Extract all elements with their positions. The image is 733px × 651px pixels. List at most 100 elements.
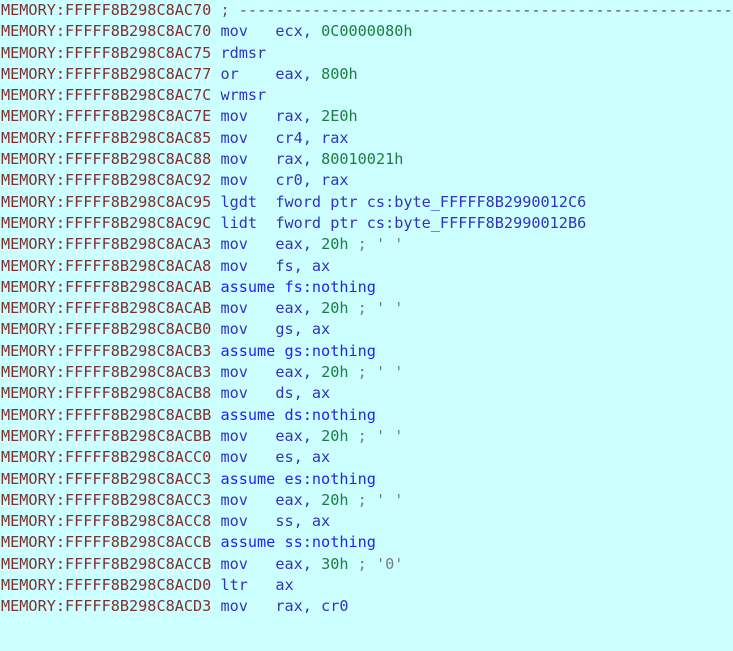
immediate-value[interactable]: 20h (321, 235, 348, 253)
disassembly-line[interactable]: MEMORY:FFFFF8B298C8AC9C lidt fword ptr c… (0, 213, 733, 234)
instruction-operand[interactable]: rax, (275, 107, 312, 125)
assume-directive: assume ds:nothing (220, 405, 376, 424)
instruction-mnemonic[interactable]: mov (220, 320, 247, 338)
trailing-comment-space (349, 427, 358, 445)
disassembly-line[interactable]: MEMORY:FFFFF8B298C8AC70 ; --------------… (0, 0, 733, 21)
disassembly-line[interactable]: MEMORY:FFFFF8B298C8ACD3 mov rax, cr0 (0, 596, 733, 617)
disassembly-line[interactable]: MEMORY:FFFFF8B298C8AC77 or eax, 800h (0, 64, 733, 85)
instruction-mnemonic[interactable]: mov (220, 257, 247, 275)
instruction-mnemonic[interactable]: mov (220, 427, 247, 445)
immediate-value[interactable]: 20h (321, 491, 348, 509)
disassembly-line[interactable]: MEMORY:FFFFF8B298C8ACAB mov eax, 20h ; '… (0, 298, 733, 319)
instruction-operand[interactable]: gs, ax (275, 320, 330, 338)
line-address: MEMORY:FFFFF8B298C8ACB3 (1, 363, 212, 382)
instruction-mnemonic[interactable]: rdmsr (220, 44, 266, 62)
disassembly-line[interactable]: MEMORY:FFFFF8B298C8ACB8 mov ds, ax (0, 383, 733, 404)
immediate-value[interactable]: 0C0000080h (321, 22, 412, 40)
instruction-operand[interactable]: ds, ax (275, 384, 330, 402)
instruction-operand[interactable]: ax (275, 576, 293, 594)
instruction-operand[interactable]: rax, (275, 150, 312, 168)
operand-space (312, 235, 321, 253)
operand-space (312, 363, 321, 381)
disassembly-line[interactable]: MEMORY:FFFFF8B298C8ACC8 mov ss, ax (0, 511, 733, 532)
mnemonic-gutter-space (248, 171, 275, 189)
mnemonic-gutter-space (248, 512, 275, 530)
comment-separator-rule: ----------------------------------------… (238, 1, 733, 19)
inline-char-comment: ; ' ' (357, 426, 404, 445)
inline-char-comment: ; ' ' (357, 363, 404, 382)
disassembly-line[interactable]: MEMORY:FFFFF8B298C8ACB0 mov gs, ax (0, 319, 733, 340)
instruction-operand[interactable]: eax, (275, 555, 312, 573)
mnemonic-gutter-space (248, 597, 275, 615)
disassembly-line[interactable]: MEMORY:FFFFF8B298C8ACAB assume fs:nothin… (0, 277, 733, 298)
instruction-mnemonic[interactable]: mov (220, 555, 247, 573)
instruction-operand[interactable]: fword ptr cs:byte_FFFFF8B2990012C6 (275, 193, 586, 211)
disassembly-line[interactable]: MEMORY:FFFFF8B298C8AC92 mov cr0, rax (0, 170, 733, 191)
disassembly-line[interactable]: MEMORY:FFFFF8B298C8ACCB mov eax, 30h ; '… (0, 554, 733, 575)
instruction-mnemonic[interactable]: mov (220, 129, 247, 147)
instruction-operand[interactable]: cr4, rax (275, 129, 348, 147)
instruction-operand[interactable]: ecx, (275, 22, 312, 40)
instruction-mnemonic[interactable]: mov (220, 491, 247, 509)
disassembly-line[interactable]: MEMORY:FFFFF8B298C8ACCB assume ss:nothin… (0, 532, 733, 553)
instruction-mnemonic[interactable]: mov (220, 235, 247, 253)
disassembly-line[interactable]: MEMORY:FFFFF8B298C8ACA3 mov eax, 20h ; '… (0, 234, 733, 255)
immediate-value[interactable]: 20h (321, 299, 348, 317)
immediate-value[interactable]: 30h (321, 555, 348, 573)
instruction-operand[interactable]: cr0, rax (275, 171, 348, 189)
disassembly-line[interactable]: MEMORY:FFFFF8B298C8AC75 rdmsr (0, 43, 733, 64)
instruction-mnemonic[interactable]: mov (220, 512, 247, 530)
instruction-operand[interactable]: eax, (275, 427, 312, 445)
disassembly-line[interactable]: MEMORY:FFFFF8B298C8AC95 lgdt fword ptr c… (0, 192, 733, 213)
operand-space (312, 491, 321, 509)
disassembly-line[interactable]: MEMORY:FFFFF8B298C8ACC0 mov es, ax (0, 447, 733, 468)
instruction-mnemonic[interactable]: or (220, 65, 238, 83)
instruction-mnemonic[interactable]: mov (220, 171, 247, 189)
immediate-value[interactable]: 80010021h (321, 150, 403, 168)
instruction-operand[interactable]: eax, (275, 491, 312, 509)
instruction-mnemonic[interactable]: mov (220, 363, 247, 381)
instruction-mnemonic[interactable]: mov (220, 150, 247, 168)
disassembly-line[interactable]: MEMORY:FFFFF8B298C8ACB3 assume gs:nothin… (0, 341, 733, 362)
instruction-operand[interactable]: ss, ax (275, 512, 330, 530)
instruction-mnemonic[interactable]: mov (220, 299, 247, 317)
disassembly-line[interactable]: MEMORY:FFFFF8B298C8ACBB assume ds:nothin… (0, 405, 733, 426)
instruction-operand[interactable]: eax, (275, 299, 312, 317)
line-address: MEMORY:FFFFF8B298C8AC92 (1, 171, 212, 190)
instruction-mnemonic[interactable]: wrmsr (220, 86, 266, 104)
mnemonic-gutter-space (248, 299, 275, 317)
disassembly-line[interactable]: MEMORY:FFFFF8B298C8AC88 mov rax, 8001002… (0, 149, 733, 170)
mnemonic-gutter-space (257, 214, 275, 232)
disassembly-line[interactable]: MEMORY:FFFFF8B298C8AC70 mov ecx, 0C00000… (0, 21, 733, 42)
disassembly-line[interactable]: MEMORY:FFFFF8B298C8ACBB mov eax, 20h ; '… (0, 426, 733, 447)
disassembly-line[interactable]: MEMORY:FFFFF8B298C8AC85 mov cr4, rax (0, 128, 733, 149)
immediate-value[interactable]: 20h (321, 427, 348, 445)
disassembly-line[interactable]: MEMORY:FFFFF8B298C8ACA8 mov fs, ax (0, 256, 733, 277)
disassembly-view[interactable]: MEMORY:FFFFF8B298C8AC70 ; --------------… (0, 0, 733, 651)
disassembly-line[interactable]: MEMORY:FFFFF8B298C8AC7C wrmsr (0, 85, 733, 106)
instruction-operand[interactable]: eax, (275, 363, 312, 381)
disassembly-line[interactable]: MEMORY:FFFFF8B298C8AC7E mov rax, 2E0h (0, 106, 733, 127)
disassembly-line[interactable]: MEMORY:FFFFF8B298C8ACB3 mov eax, 20h ; '… (0, 362, 733, 383)
instruction-operand[interactable]: eax, (275, 65, 312, 83)
immediate-value[interactable]: 20h (321, 363, 348, 381)
disassembly-line[interactable]: MEMORY:FFFFF8B298C8ACC3 mov eax, 20h ; '… (0, 490, 733, 511)
instruction-mnemonic[interactable]: mov (220, 597, 247, 615)
instruction-mnemonic[interactable]: lgdt (220, 193, 257, 211)
line-address: MEMORY:FFFFF8B298C8ACC0 (1, 448, 212, 467)
immediate-value[interactable]: 800h (321, 65, 358, 83)
instruction-operand[interactable]: eax, (275, 235, 312, 253)
disassembly-line[interactable]: MEMORY:FFFFF8B298C8ACC3 assume es:nothin… (0, 469, 733, 490)
instruction-mnemonic[interactable]: mov (220, 22, 247, 40)
instruction-mnemonic[interactable]: lidt (220, 214, 257, 232)
disassembly-line[interactable]: MEMORY:FFFFF8B298C8ACD0 ltr ax (0, 575, 733, 596)
instruction-mnemonic[interactable]: mov (220, 384, 247, 402)
instruction-operand[interactable]: rax, cr0 (275, 597, 348, 615)
instruction-mnemonic[interactable]: mov (220, 448, 247, 466)
instruction-operand[interactable]: fword ptr cs:byte_FFFFF8B2990012B6 (275, 214, 586, 232)
instruction-mnemonic[interactable]: ltr (220, 576, 247, 594)
instruction-mnemonic[interactable]: mov (220, 107, 247, 125)
instruction-operand[interactable]: es, ax (275, 448, 330, 466)
instruction-operand[interactable]: fs, ax (275, 257, 330, 275)
immediate-value[interactable]: 2E0h (321, 107, 358, 125)
